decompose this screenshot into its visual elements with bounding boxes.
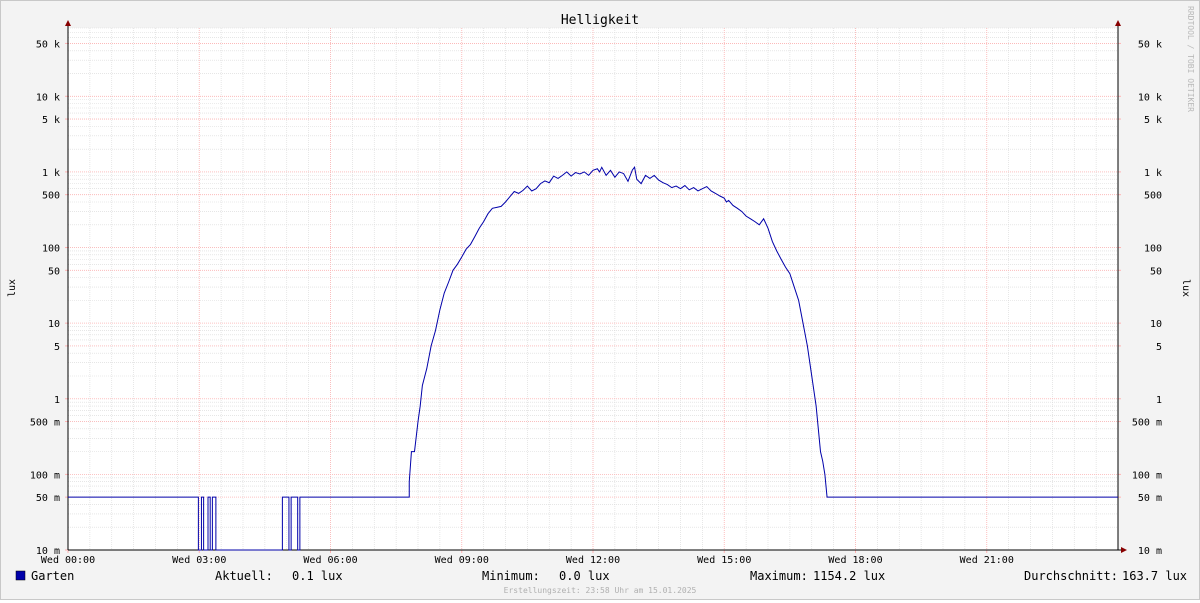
legend-avg-value: 163.7 lux — [1122, 569, 1187, 583]
legend-swatch-garten — [15, 570, 26, 581]
y-tick-label: 50 k — [36, 39, 60, 50]
x-tick-label: Wed 21:00 — [960, 555, 1014, 566]
legend-max-value: 1154.2 lux — [813, 569, 885, 583]
y-tick-label: 10 — [48, 319, 60, 330]
y-tick-label: 50 — [1150, 266, 1162, 277]
y-axis-arrow-right — [1115, 20, 1121, 26]
y-tick-label: 1 k — [1144, 168, 1162, 179]
legend-min-label: Minimum: — [482, 569, 540, 583]
chart-svg: 10 m 50 m 100 m 500 m 1 5 10 50 100 500 1 k 5 k 10 k… — [7, 6, 1195, 595]
y-tick-label: 100 — [42, 244, 60, 255]
y-tick-label: 50 m — [36, 493, 60, 504]
x-tick-label: Wed 09:00 — [435, 555, 489, 566]
y-tick-label: 500 m — [1132, 418, 1162, 429]
legend-min-value: 0.0 lux — [559, 569, 610, 583]
x-tick-labels: Wed 00:00 Wed 03:00 Wed 06:00 Wed 09:00 Wed … — [41, 555, 1014, 566]
chart-title: Helligkeit — [561, 13, 639, 28]
y-tick-label: 1 — [1156, 395, 1162, 406]
y-tick-label: 10 k — [1138, 92, 1162, 103]
legend-avg-label: Durchschnitt: — [1024, 569, 1118, 583]
legend-current-label: Aktuell: — [215, 569, 273, 583]
y-tick-label: 100 m — [1132, 470, 1162, 481]
y-tick-labels-left: 10 m50 m100 m500 m1510501005001 k5 k10 k… — [30, 39, 60, 557]
y-tick-label: 100 — [1144, 244, 1162, 255]
x-tick-label: Wed 18:00 — [828, 555, 882, 566]
x-tick-label: Wed 03:00 — [172, 555, 226, 566]
x-axis-arrow — [1121, 547, 1127, 553]
x-tick-label: Wed 00:00 — [41, 555, 95, 566]
y-axis-label-left: lux — [7, 279, 18, 297]
y-tick-label: 1 — [54, 395, 60, 406]
creation-time-footer: Erstellungszeit: 23:58 Uhr am 15.01.2025 — [504, 586, 697, 595]
chart-canvas: 10 m 50 m 100 m 500 m 1 5 10 50 100 500 1 k 5 k 10 k… — [0, 0, 1200, 600]
y-tick-label: 5 k — [1144, 115, 1162, 126]
y-tick-labels-right: 10 m 50 m 100 m 500 m 1 5 10 50 100 500 1 k 5 k 10 k… — [1132, 39, 1162, 557]
legend-current-value: 0.1 lux — [292, 569, 343, 583]
y-tick-label: 5 — [1156, 342, 1162, 353]
y-tick-label: 1 k — [42, 168, 60, 179]
y-tick-label: 500 m — [30, 418, 60, 429]
legend-max-label: Maximum: — [750, 569, 808, 583]
y-tick-label: 5 — [54, 342, 60, 353]
x-tick-label: Wed 15:00 — [697, 555, 751, 566]
x-tick-label: Wed 06:00 — [303, 555, 357, 566]
watermark: RRDTOOL / TOBI OETIKER — [1186, 6, 1195, 112]
y-tick-label: 50 k — [1138, 39, 1162, 50]
y-tick-label: 10 m — [1138, 546, 1162, 557]
y-tick-label: 50 m — [1138, 493, 1162, 504]
y-axis-label-right: lux — [1180, 279, 1191, 297]
y-tick-label: 10 — [1150, 319, 1162, 330]
y-tick-label: 100 m — [30, 470, 60, 481]
y-tick-label: 5 k — [42, 115, 60, 126]
y-tick-label: 500 — [42, 191, 60, 202]
y-tick-label: 10 k — [36, 92, 60, 103]
y-axis-arrow-left — [65, 20, 71, 26]
y-tick-label: 500 — [1144, 191, 1162, 202]
x-tick-label: Wed 12:00 — [566, 555, 620, 566]
legend-series-name: Garten — [31, 569, 74, 583]
y-tick-label: 50 — [48, 266, 60, 277]
